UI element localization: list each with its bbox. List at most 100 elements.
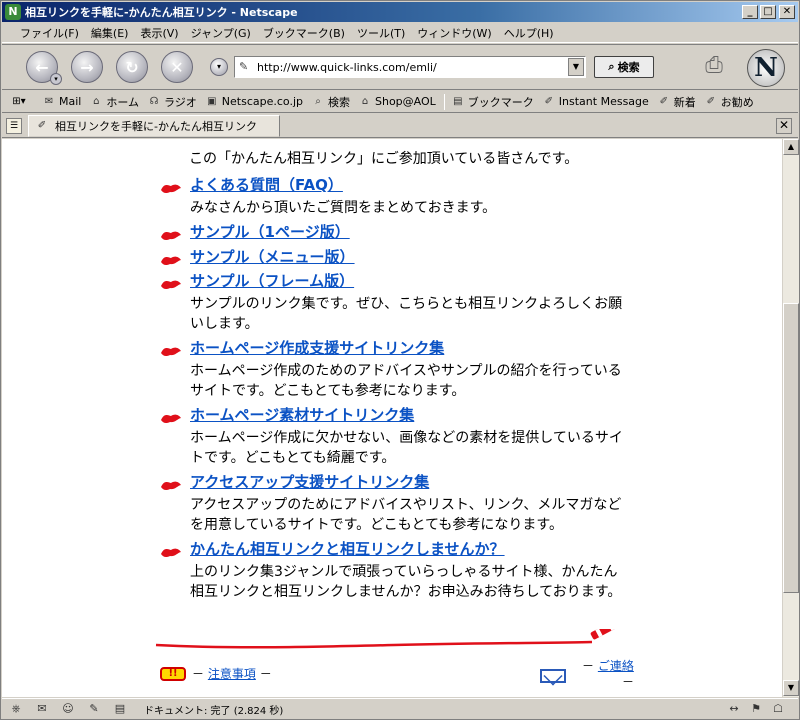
close-tab-button[interactable]: ✕ bbox=[776, 118, 792, 134]
link-faq[interactable]: よくある質問（FAQ） bbox=[190, 175, 343, 195]
red-bullet-icon bbox=[161, 256, 181, 266]
page-icon: ✐ bbox=[37, 120, 47, 131]
pers-item-shop[interactable]: ⌂ Shop@AOL bbox=[358, 95, 436, 108]
envelope-icon[interactable] bbox=[540, 669, 566, 683]
scroll-thumb[interactable] bbox=[783, 303, 799, 593]
window-title: 相互リンクを手軽に-かんたん相互リンク - Netscape bbox=[25, 6, 298, 19]
url-bar[interactable]: ✎ http://www.quick-links.com/emli/ ▼ bbox=[234, 56, 586, 78]
page-proxy-icon[interactable]: ✎ bbox=[239, 61, 251, 73]
menu-edit[interactable]: 編集(E) bbox=[91, 25, 129, 41]
red-bullet-icon bbox=[161, 548, 181, 558]
tab-label: 相互リンクを手軽に-かんたん相互リンク bbox=[55, 120, 257, 133]
search-icon: ⌕ bbox=[315, 95, 321, 107]
red-bullet-icon bbox=[161, 280, 181, 290]
vertical-scrollbar[interactable]: ▲ ▼ bbox=[782, 139, 799, 697]
aim-icon[interactable]: ☺ bbox=[60, 702, 76, 716]
menu-view[interactable]: 表示(V) bbox=[140, 25, 178, 41]
pers-item-netscape[interactable]: ▣ Netscape.co.jp bbox=[205, 95, 303, 108]
home-icon: ⌂ bbox=[93, 95, 100, 107]
menu-bookmarks[interactable]: ブックマーク(B) bbox=[263, 25, 345, 41]
mail-icon: ✉ bbox=[44, 95, 54, 107]
search-button[interactable]: ⌕ 検索 bbox=[594, 56, 654, 78]
browser-window: N 相互リンクを手軽に-かんたん相互リンク - Netscape _ □ ✕ フ… bbox=[0, 0, 800, 720]
contact-link[interactable]: ご連絡 bbox=[598, 659, 634, 673]
link-sample-1page[interactable]: サンプル（1ページ版） bbox=[190, 222, 350, 242]
link-hp-material[interactable]: ホームページ素材サイトリンク集 bbox=[190, 405, 414, 425]
menu-window[interactable]: ウィンドウ(W) bbox=[417, 25, 491, 41]
bookmark-folder-icon: ▤ bbox=[453, 95, 463, 107]
my-netscape-icon: ▣ bbox=[207, 95, 217, 107]
forward-button[interactable]: → bbox=[71, 51, 103, 83]
online-status-icon[interactable]: ↔ bbox=[726, 702, 742, 716]
maximize-button[interactable]: □ bbox=[760, 5, 776, 19]
desc-hp-support: ホームページ作成のためのアドバイスやサンプルの紹介を行っているサイトです。どこも… bbox=[190, 363, 622, 399]
lock-icon[interactable]: ☖ bbox=[770, 702, 786, 716]
search-icon: ⌕ bbox=[608, 60, 615, 73]
menu-help[interactable]: ヘルプ(H) bbox=[504, 25, 554, 41]
desc-hp-material: ホームページ作成に欠かせない、画像などの素材を提供しているサイトです。どこもとて… bbox=[190, 430, 623, 466]
mail-icon[interactable]: ✉ bbox=[34, 702, 50, 716]
menu-tools[interactable]: ツール(T) bbox=[357, 25, 405, 41]
pers-item-bookmarks[interactable]: ▤ ブックマーク bbox=[451, 94, 534, 110]
title-bar: N 相互リンクを手軽に-かんたん相互リンク - Netscape _ □ ✕ bbox=[2, 2, 798, 22]
stop-icon: ✕ bbox=[170, 57, 184, 77]
link-sample-frame[interactable]: サンプル（フレーム版） bbox=[190, 271, 354, 291]
intro-text: この「かんたん相互リンク」にご参加頂いている皆さんです。 bbox=[189, 151, 579, 167]
netscape-icon: N bbox=[5, 4, 21, 20]
toolbar-separator bbox=[443, 93, 445, 110]
status-text: ドキュメント: 完了 (2.824 秒) bbox=[144, 705, 284, 717]
close-button[interactable]: ✕ bbox=[779, 5, 795, 19]
back-dropdown-icon[interactable]: ▾ bbox=[50, 73, 62, 85]
shop-icon: ⌂ bbox=[361, 95, 369, 107]
tab-current[interactable]: ✐ 相互リンクを手軽に-かんたん相互リンク bbox=[28, 115, 280, 137]
red-bullet-icon bbox=[161, 414, 181, 424]
menu-file[interactable]: ファイル(F) bbox=[20, 25, 79, 41]
toolbar-grip-icon[interactable]: ⊞▾ bbox=[8, 93, 30, 111]
pers-item-home[interactable]: ⌂ ホーム bbox=[89, 94, 139, 110]
page-content: この「かんたん相互リンク」にご参加頂いている皆さんです。 よくある質問（FAQ）… bbox=[2, 139, 782, 697]
print-icon[interactable]: ⎙ bbox=[696, 51, 732, 81]
desc-sample: サンプルのリンク集です。ぜひ、こちらとも相互リンクよろしくお願いします。 bbox=[190, 296, 623, 332]
bookmark-icon: ✐ bbox=[659, 95, 668, 107]
url-input[interactable]: http://www.quick-links.com/emli/ bbox=[257, 61, 568, 74]
link-mutual-link[interactable]: かんたん相互リンクと相互リンクしませんか？ bbox=[190, 539, 505, 559]
scroll-down-arrow-icon[interactable]: ▼ bbox=[783, 680, 799, 696]
pers-item-instant-message[interactable]: ✐ Instant Message bbox=[542, 95, 649, 108]
back-button[interactable]: ← ▾ bbox=[26, 51, 62, 85]
warning-icon: !! bbox=[160, 667, 186, 681]
red-divider-line bbox=[155, 629, 625, 649]
link-hp-support[interactable]: ホームページ作成支援サイトリンク集 bbox=[190, 338, 444, 358]
notice-link[interactable]: 注意事項 bbox=[208, 667, 256, 681]
pers-item-radio[interactable]: ☊ ラジオ bbox=[147, 94, 197, 110]
reload-button[interactable]: ↻ bbox=[116, 51, 148, 83]
menu-go[interactable]: ジャンプ(G) bbox=[191, 25, 251, 41]
history-dropdown-button[interactable]: ▾ bbox=[210, 58, 228, 76]
url-dropdown-button[interactable]: ▼ bbox=[568, 58, 584, 76]
address-book-icon[interactable]: ▤ bbox=[112, 702, 128, 716]
pers-item-mail[interactable]: ✉ Mail bbox=[42, 95, 82, 108]
desc-faq: みなさんから頂いたご質問をまとめておきます。 bbox=[190, 200, 497, 216]
sidebar-toggle-icon[interactable]: ☰ bbox=[6, 118, 22, 134]
status-bar: ⎈ ✉ ☺ ✎ ▤ ドキュメント: 完了 (2.824 秒) ↔ ⚑ ☖ bbox=[2, 698, 798, 719]
bookmark-icon: ✐ bbox=[706, 95, 715, 107]
link-access-up[interactable]: アクセスアップ支援サイトリンク集 bbox=[190, 472, 429, 492]
netscape-throbber[interactable]: N bbox=[747, 49, 785, 87]
radio-icon: ☊ bbox=[149, 95, 159, 107]
security-icon[interactable]: ⚑ bbox=[748, 702, 764, 716]
composer-icon[interactable]: ✎ bbox=[86, 702, 102, 716]
pers-item-search[interactable]: ⌕ 検索 bbox=[311, 94, 350, 110]
pers-item-recommend[interactable]: ✐ お勧め bbox=[704, 94, 754, 110]
link-sample-menu[interactable]: サンプル（メニュー版） bbox=[190, 247, 355, 267]
search-button-label: 検索 bbox=[617, 61, 640, 74]
contact-link-wrap: － ご連絡 bbox=[582, 659, 634, 673]
notice-link-wrap: － 注意事項 － bbox=[192, 667, 272, 681]
forward-arrow-icon: → bbox=[80, 57, 94, 77]
reload-icon: ↻ bbox=[125, 57, 139, 77]
tab-strip: ☰ ✐ 相互リンクを手軽に-かんたん相互リンク ✕ bbox=[2, 114, 798, 138]
menu-bar: ファイル(F) 編集(E) 表示(V) ジャンプ(G) ブックマーク(B) ツー… bbox=[2, 23, 798, 43]
minimize-button[interactable]: _ bbox=[742, 5, 758, 19]
pers-item-new[interactable]: ✐ 新着 bbox=[657, 94, 696, 110]
navigator-icon[interactable]: ⎈ bbox=[8, 702, 24, 716]
stop-button[interactable]: ✕ bbox=[161, 51, 193, 83]
scroll-up-arrow-icon[interactable]: ▲ bbox=[783, 139, 799, 155]
